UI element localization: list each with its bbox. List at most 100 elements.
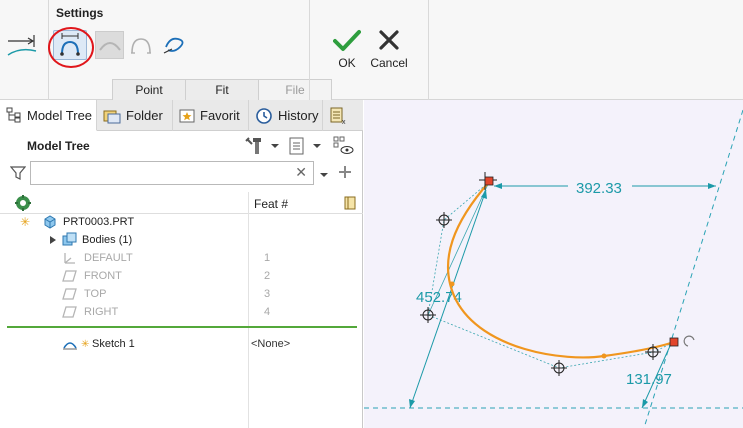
tab-history-label: History	[278, 108, 319, 123]
curve-end-point[interactable]	[669, 337, 679, 347]
dimension-arrow	[708, 183, 716, 189]
datum-plane-icon	[62, 288, 77, 300]
settings-group-label: Settings	[56, 6, 104, 20]
tangency-symbol-icon	[683, 335, 695, 347]
tree-structure-icon	[6, 107, 22, 123]
tree-column-header: Feat #	[0, 192, 363, 214]
conic-button	[127, 31, 155, 59]
active-feature-marker-icon: ✳	[81, 338, 90, 350]
expand-arrow-icon[interactable]	[48, 235, 58, 245]
control-point-crosshairs	[420, 172, 661, 376]
conic-icon	[131, 38, 151, 54]
csys-icon	[64, 253, 75, 264]
list-view-icon	[289, 137, 304, 155]
sketch-line-icon	[7, 35, 37, 56]
dimension-131[interactable]: 131.97	[626, 371, 672, 388]
filter-visibility-button[interactable]	[333, 136, 355, 159]
bodies-icon	[62, 232, 77, 246]
close-icon	[379, 30, 399, 50]
chevron-down-icon	[271, 144, 279, 148]
part-icon	[44, 215, 56, 229]
feat-number: 1	[264, 252, 271, 264]
model-tree-title: Model Tree	[27, 139, 90, 153]
tree-row-default[interactable]: DEFAULT 1	[0, 249, 363, 267]
feat-number: 3	[264, 288, 271, 300]
datum-plane-icon	[62, 270, 77, 282]
chevron-down-icon	[313, 144, 321, 148]
curve-point	[449, 281, 455, 287]
feat-number-column-header[interactable]: Feat #	[254, 197, 288, 211]
feat-number: <None>	[251, 338, 291, 350]
insert-here-indicator[interactable]	[7, 326, 357, 328]
dimension-arrow	[642, 399, 648, 408]
spline-icon	[98, 42, 121, 51]
sketch-canvas[interactable]: 392.33 452.74 131.97	[364, 100, 743, 428]
clear-filter-icon[interactable]: ✕	[295, 164, 307, 181]
favorites-icon	[179, 108, 195, 124]
filter-row: ✕	[0, 160, 363, 188]
folder-icon	[103, 108, 121, 124]
highlight-circle	[48, 27, 94, 68]
control-polygon	[427, 181, 675, 369]
tree-settings-icon[interactable]	[14, 194, 32, 212]
sketch-icon	[63, 342, 77, 350]
filter-input[interactable]: ✕	[30, 161, 314, 185]
tab-layers[interactable]: x	[323, 100, 363, 131]
history-icon	[255, 107, 273, 125]
blend-curve-icon	[163, 37, 184, 54]
curve-start-point[interactable]	[484, 176, 494, 186]
tree-row-front[interactable]: FRONT 2	[0, 267, 363, 285]
tools-icon	[245, 137, 261, 154]
graphics-window[interactable]: 392.33 452.74 131.97	[364, 100, 743, 428]
filter-icon[interactable]	[10, 165, 26, 181]
tree-row-label: DEFAULT	[84, 252, 133, 264]
sketched-curve[interactable]	[446, 181, 675, 359]
dimension-arrow	[494, 183, 502, 189]
ok-label: OK	[338, 56, 356, 70]
settings-dropdown[interactable]	[244, 136, 280, 156]
tree-row-label: Bodies (1)	[82, 234, 133, 246]
tree-row-label: RIGHT	[84, 306, 119, 318]
tree-row-label: PRT0003.PRT	[63, 216, 135, 228]
tab-folder-label: Folder	[126, 108, 163, 123]
tab-model-tree-label: Model Tree	[27, 107, 93, 123]
tab-favorites-label: Favorit	[200, 108, 240, 123]
show-dropdown[interactable]	[288, 136, 322, 156]
spline-button	[95, 31, 124, 59]
feat-number: 4	[264, 306, 271, 318]
model-tree-header: Model Tree	[0, 131, 363, 159]
tree-row-label: Sketch 1	[92, 338, 135, 350]
ribbon-separator	[309, 0, 310, 100]
svg-text:x: x	[342, 119, 346, 125]
ok-button[interactable]: OK	[331, 28, 363, 70]
tab-model-tree[interactable]: Model Tree	[0, 100, 97, 131]
sketch-tool-button[interactable]	[4, 30, 40, 62]
add-icon[interactable]	[338, 165, 352, 179]
tree-row-sketch[interactable]: ✳ Sketch 1 <None>	[0, 335, 363, 353]
active-part-marker-icon: ✳	[20, 215, 31, 229]
tree-row-bodies[interactable]: Bodies (1)	[0, 231, 363, 249]
feat-number: 2	[264, 270, 271, 282]
chevron-down-icon[interactable]	[319, 170, 329, 180]
dimension-392[interactable]: 392.33	[576, 180, 622, 197]
tab-file: File	[258, 79, 332, 100]
tree-row-label: FRONT	[84, 270, 122, 282]
tree-row-right[interactable]: RIGHT 4	[0, 303, 363, 321]
column-options-icon[interactable]	[343, 195, 357, 211]
blend-curve-button[interactable]	[160, 30, 190, 60]
ribbon-separator	[428, 0, 429, 100]
cancel-button[interactable]: Cancel	[369, 28, 409, 70]
ribbon: Settings Point Fit File OK Cancel	[0, 0, 743, 100]
tab-point[interactable]: Point	[112, 79, 186, 100]
dimension-arrow	[409, 399, 415, 408]
tab-fit[interactable]: Fit	[185, 79, 259, 100]
tab-folder[interactable]: Folder	[97, 100, 173, 131]
tab-history[interactable]: History	[249, 100, 323, 131]
curve-point	[601, 353, 607, 359]
datum-plane-icon	[62, 306, 77, 318]
tree-row-top[interactable]: TOP 3	[0, 285, 363, 303]
tree-row-part[interactable]: ✳ PRT0003.PRT	[0, 213, 363, 231]
model-tree-panel: Model Tree Folder Favorit History x Mode…	[0, 100, 363, 428]
grid-eye-icon	[333, 136, 354, 154]
tab-favorites[interactable]: Favorit	[173, 100, 249, 131]
